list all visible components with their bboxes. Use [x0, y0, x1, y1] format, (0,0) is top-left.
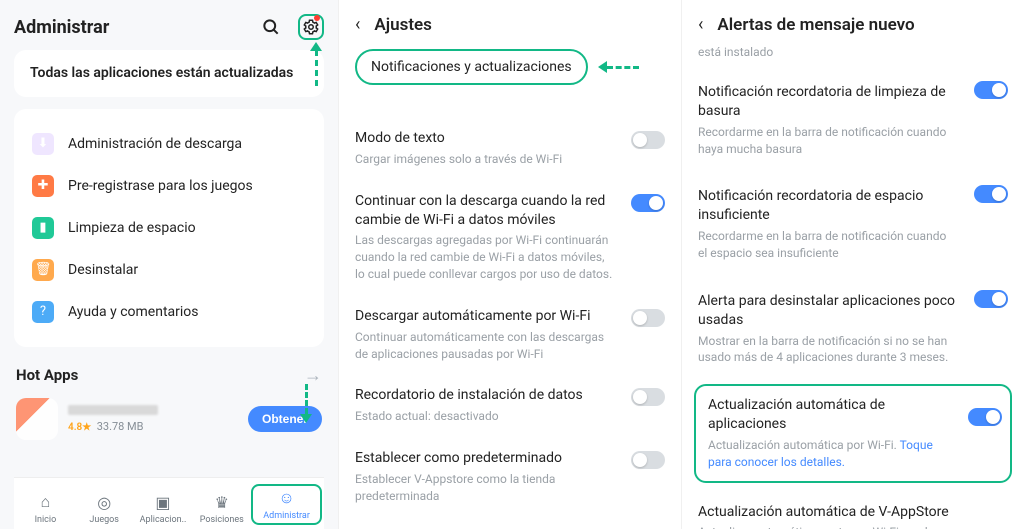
settings-header: ‹ Ajustes	[355, 10, 665, 49]
alert-auto-update-apps[interactable]: Actualización automática de aplicaciones…	[694, 384, 1012, 482]
alerts-title: Alertas de mensaje nuevo	[717, 15, 914, 35]
manage-screen: Administrar Todas las aplicaciones están…	[0, 0, 338, 529]
alerts-list: Notificación recordatoria de limpieza de…	[698, 69, 1008, 529]
hot-apps-header[interactable]: Hot Apps →	[14, 359, 324, 394]
tutorial-arrow-down-icon	[300, 384, 312, 423]
settings-icon[interactable]	[298, 14, 324, 40]
trash-icon: 🗑	[32, 259, 54, 281]
settings-list: Modo de texto Cargar imágenes solo a tra…	[355, 119, 665, 519]
alert-unused-apps[interactable]: Alerta para desinstalar aplicaciones poc…	[698, 278, 1008, 382]
toggle[interactable]	[631, 309, 665, 327]
alerts-header: ‹ Alertas de mensaje nuevo	[698, 10, 1008, 45]
menu-item-uninstall[interactable]: 🗑Desinstalar	[30, 249, 308, 291]
nav-games[interactable]: ◎Juegos	[75, 491, 134, 525]
toggle[interactable]	[974, 290, 1008, 308]
back-icon[interactable]: ‹	[355, 14, 360, 35]
nav-home[interactable]: ⌂Inicio	[16, 491, 75, 525]
toggle[interactable]	[631, 131, 665, 149]
alert-cleanup[interactable]: Notificación recordatoria de limpieza de…	[698, 69, 1008, 173]
preregister-icon: ✚	[32, 175, 54, 197]
setting-continue-download[interactable]: Continuar con la descarga cuando la red …	[355, 182, 665, 297]
app-thumbnail	[16, 398, 58, 440]
settings-screen: ‹ Ajustes Notificaciones y actualizacion…	[338, 0, 681, 529]
app-rating: 4.8★	[68, 422, 91, 433]
manage-menu: ⬇Administración de descarga ✚Pre-registr…	[14, 109, 324, 347]
alerts-screen: ‹ Alertas de mensaje nuevo está instalad…	[681, 0, 1024, 529]
toggle[interactable]	[631, 194, 665, 212]
alert-auto-update-store[interactable]: Actualización automática de V-AppStore A…	[698, 489, 1008, 529]
notification-dot-icon	[314, 15, 320, 21]
menu-item-clean[interactable]: ▮Limpieza de espacio	[30, 207, 308, 249]
smile-icon: ☺	[276, 487, 298, 509]
gamepad-icon: ◎	[93, 491, 115, 513]
manage-header: Administrar	[14, 10, 324, 50]
settings-title: Ajustes	[374, 15, 432, 35]
installed-note: está instalado	[698, 45, 1008, 69]
bottom-nav: ⌂Inicio ◎Juegos ▣Aplicacion.. ♛Posicione…	[14, 477, 324, 529]
menu-item-help[interactable]: ?Ayuda y comentarios	[30, 291, 308, 333]
tutorial-arrow-up-icon	[310, 42, 322, 86]
hot-apps-title: Hot Apps	[16, 366, 78, 384]
setting-auto-download-wifi[interactable]: Descargar automáticamente por Wi-Fi Cont…	[355, 297, 665, 376]
download-icon: ⬇	[32, 133, 54, 155]
page-title: Administrar	[14, 17, 109, 38]
back-icon[interactable]: ‹	[698, 14, 703, 35]
apps-icon: ▣	[152, 491, 174, 513]
toggle[interactable]	[631, 388, 665, 406]
search-icon[interactable]	[258, 14, 284, 40]
toggle[interactable]	[974, 185, 1008, 203]
update-status-card[interactable]: Todas las aplicaciones están actualizada…	[14, 50, 324, 97]
toggle[interactable]	[968, 408, 1002, 426]
app-meta: 4.8★ 33.78 MB	[68, 405, 238, 433]
help-icon: ?	[32, 301, 54, 323]
toggle[interactable]	[631, 451, 665, 469]
nav-manage[interactable]: ☺Administrar	[251, 484, 322, 525]
update-status-text: Todas las aplicaciones están actualizada…	[30, 65, 293, 81]
app-size: 33.78 MB	[97, 420, 144, 433]
hot-app-item[interactable]: 4.8★ 33.78 MB Obtener	[14, 394, 324, 448]
menu-item-downloads[interactable]: ⬇Administración de descarga	[30, 123, 308, 165]
setting-install-reminder[interactable]: Recordatorio de instalación de datos Est…	[355, 376, 665, 439]
setting-default-store[interactable]: Establecer como predeterminado Establece…	[355, 439, 665, 518]
app-name-blurred	[68, 405, 158, 415]
chevron-right-icon: →	[304, 365, 322, 386]
crown-icon: ♛	[211, 491, 233, 513]
nav-rankings[interactable]: ♛Posiciones	[192, 491, 251, 525]
alert-low-space[interactable]: Notificación recordatoria de espacio ins…	[698, 173, 1008, 277]
toggle[interactable]	[974, 81, 1008, 99]
highlight-desc: Actualización automática por Wi-Fi.	[708, 438, 900, 452]
nav-apps[interactable]: ▣Aplicacion..	[134, 491, 193, 525]
menu-item-preregister[interactable]: ✚Pre-registrase para los juegos	[30, 165, 308, 207]
tutorial-arrow-left-icon	[598, 61, 639, 73]
broom-icon: ▮	[32, 217, 54, 239]
setting-text-mode[interactable]: Modo de texto Cargar imágenes solo a tra…	[355, 119, 665, 182]
notifications-updates-row[interactable]: Notificaciones y actualizaciones	[355, 49, 588, 85]
home-icon: ⌂	[34, 491, 56, 513]
